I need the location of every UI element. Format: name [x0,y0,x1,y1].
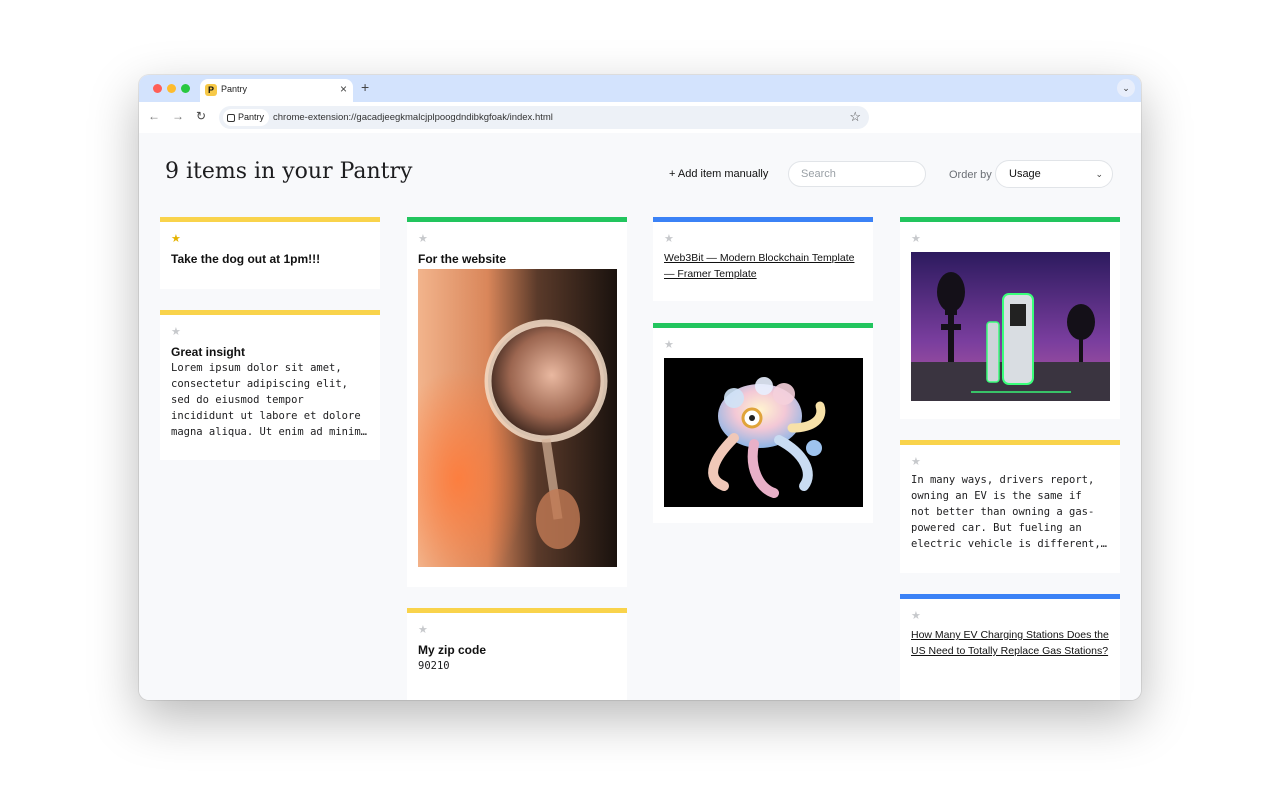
card-text: Lorem ipsum dolor sit amet, consectetur … [171,362,367,438]
extension-chip-label: Pantry [238,112,265,122]
extension-chip[interactable]: Pantry [223,109,270,126]
mirror-portrait-graphic [418,269,617,567]
minimize-window-button[interactable] [167,84,176,93]
card-title: For the website [418,252,507,266]
card-ev-article-text[interactable]: ★ In many ways, drivers report, owning a… [900,440,1120,573]
order-by-select[interactable]: Usage ⌄ [995,160,1113,188]
tab-pantry[interactable]: P Pantry × [200,79,353,102]
bookmark-star-icon[interactable]: ☆ [849,109,861,125]
star-icon[interactable]: ★ [664,339,862,351]
tab-title: Pantry [221,84,248,94]
star-icon[interactable]: ★ [911,233,1109,245]
browser-toolbar: ← → ↻ Pantry chrome-extension://gacadjee… [139,102,1141,134]
star-icon[interactable]: ★ [171,326,369,338]
order-by-label: Order by [949,169,992,181]
ev-charger-night-image [911,252,1110,401]
zoom-window-button[interactable] [181,84,190,93]
star-icon[interactable]: ★ [911,610,1109,622]
star-icon[interactable]: ★ [418,233,616,245]
forward-arrow-icon[interactable]: → [172,109,184,123]
card-title: Take the dog out at 1pm!!! [171,252,321,266]
reload-icon[interactable]: ↻ [196,109,206,123]
ev-charger-graphic [911,252,1110,401]
tab-search-icon[interactable]: ⌄ [1117,79,1135,97]
card-link[interactable]: How Many EV Charging Stations Does the U… [911,627,1109,659]
pantry-page: 9 items in your Pantry + Add item manual… [139,133,1141,700]
new-tab-icon[interactable]: + [361,79,369,95]
card-ev-stations-link[interactable]: ★ How Many EV Charging Stations Does the… [900,594,1120,700]
octopus-render-image [664,358,863,507]
card-dog-reminder[interactable]: ★ Take the dog out at 1pm!!! [160,217,380,289]
search-input[interactable] [788,161,926,187]
card-ev-charger-image[interactable]: ★ [900,217,1120,419]
card-title: Great insight [171,345,246,359]
browser-window: P Pantry × + ⌄ ← → ↻ Pantry chrome-exten… [139,75,1141,700]
tab-strip: P Pantry × + ⌄ [139,75,1141,102]
card-great-insight[interactable]: ★ Great insight Lorem ipsum dolor sit am… [160,310,380,460]
star-icon[interactable]: ★ [418,624,616,636]
card-octopus-image[interactable]: ★ [653,323,873,523]
url-text[interactable]: chrome-extension://gacadjeegkmalcjplpoog… [273,112,553,123]
card-link[interactable]: Web3Bit — Modern Blockchain Template — F… [664,250,862,282]
star-icon[interactable]: ★ [171,233,369,245]
chevron-down-icon: ⌄ [1095,169,1103,179]
card-web3bit-link[interactable]: ★ Web3Bit — Modern Blockchain Template —… [653,217,873,301]
add-item-button[interactable]: + Add item manually [669,168,768,180]
close-tab-icon[interactable]: × [340,82,347,96]
page-title: 9 items in your Pantry [165,159,413,184]
back-arrow-icon[interactable]: ← [148,109,160,123]
card-text: 90210 [418,660,450,672]
close-window-button[interactable] [153,84,162,93]
star-icon[interactable]: ★ [664,233,862,245]
card-title: My zip code [418,643,487,657]
octopus-render-graphic [664,358,863,507]
extension-icon [227,113,235,122]
pantry-favicon-icon: P [205,84,217,96]
card-for-the-website[interactable]: ★ For the website [407,217,627,587]
mirror-portrait-image [418,269,617,567]
address-bar[interactable]: Pantry chrome-extension://gacadjeegkmalc… [219,106,869,129]
card-text: In many ways, drivers report, owning an … [911,474,1107,550]
star-icon[interactable]: ★ [911,456,1109,468]
card-zip-code[interactable]: ★ My zip code 90210 [407,608,627,700]
order-by-value: Usage [1009,168,1041,180]
